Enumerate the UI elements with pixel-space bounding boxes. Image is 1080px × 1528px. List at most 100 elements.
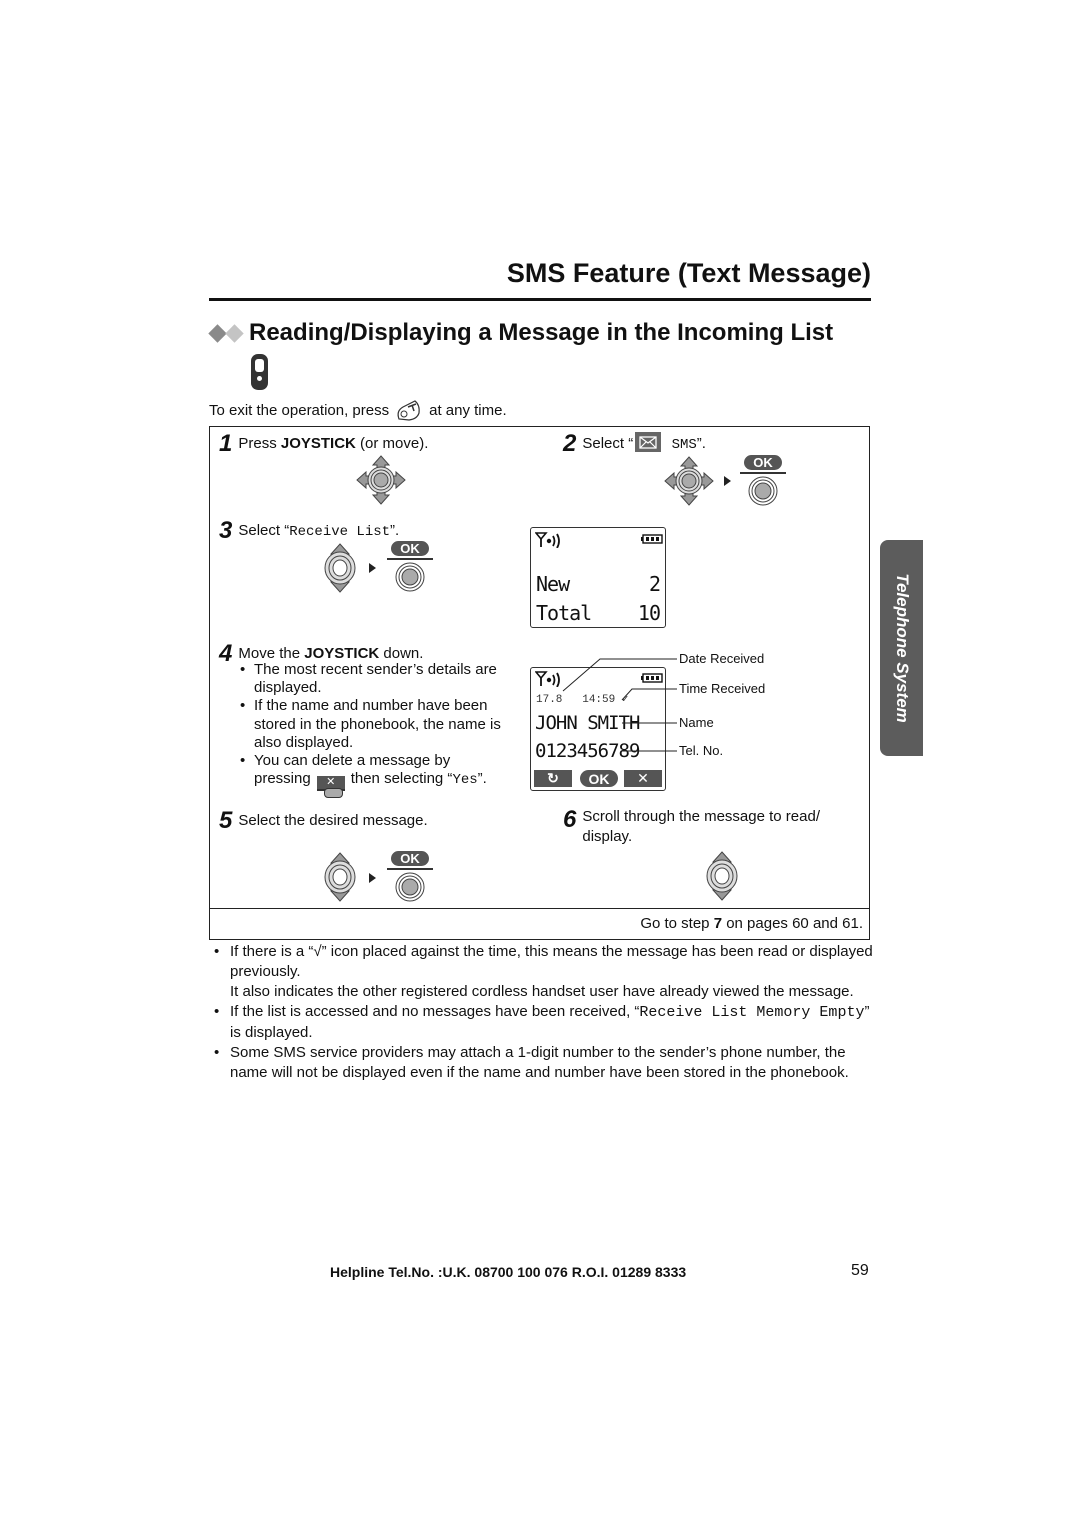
note-item: Some SMS service providers may attach a … [213,1043,873,1083]
section-title: Reading/Displaying a Message in the Inco… [249,319,834,346]
note-text: If the list is accessed and no messages … [230,1003,640,1020]
step-number: 1 [219,430,233,457]
note-text: If there is a “ [230,943,314,960]
note-item: If the list is accessed and no messages … [213,1002,873,1043]
bullet-text: If the name and number have been stored … [254,697,501,751]
callout-tel-no: Tel. No. [679,743,724,758]
then-arrow-icon [369,563,376,573]
goto-step-number: 7 [713,915,723,932]
goto-text: on pages 60 and 61. [722,915,863,932]
ok-key: OK [387,541,433,592]
lcd-date: 17.8 [536,694,563,706]
step-1: 1 Press JOYSTICK (or move). [219,430,428,458]
goto-text: Go to step [640,915,714,932]
step-2: 2 Select “ SMS”. [563,430,706,458]
exit-instruction: To exit the operation, press at any time… [209,399,507,421]
note-text: ” icon placed against the time, this mea… [230,943,873,980]
step-4-bullets: • The most recent sender’s details are di… [240,661,525,799]
step-number: 6 [563,806,577,833]
lcd-label: New [536,572,570,596]
step-text: ”. [390,522,400,539]
joystick-4way-icon [664,456,714,506]
delete-key-icon: ✕ [314,771,348,799]
then-arrow-icon [369,873,376,883]
section-tab: Telephone System [880,540,923,756]
step-text: Select the desired message. [238,812,428,829]
envelope-icon [635,432,662,452]
callout-name: Name [679,715,714,730]
note-text: It also indicates the other registered c… [230,983,854,1000]
softkey-back: ↻ [534,770,572,787]
lcd-value: 10 [637,601,661,625]
lcd-row-total: Total 10 [536,601,661,625]
helpline-footer: Helpline Tel.No. :U.K. 08700 100 076 R.O… [330,1264,687,1280]
lcd-row-new: New 2 [536,572,661,596]
callout-lines [562,658,677,752]
menu-item-sms: SMS [671,437,697,453]
joystick-updown-icon [323,543,357,593]
ok-key: OK [740,455,786,506]
section-heading: Reading/Displaying a Message in the Inco… [208,319,834,347]
ok-label: OK [391,541,429,556]
step-text: Select “ [238,522,290,539]
check-icon: √ [313,943,322,960]
joystick-updown-icon [323,852,357,902]
notes-list: If there is a “√” icon placed against th… [213,942,873,1083]
step-number: 5 [219,807,233,834]
step-text: Press [238,435,281,452]
bullet-text: then selecting “ [350,770,453,788]
frame-divider [209,908,870,909]
step-number: 2 [563,430,577,457]
joystick-press-icon [395,562,425,592]
display-message: Receive List Memory Empty [639,1004,865,1021]
bullet-item: • You can delete a message by pressing ✕ th… [240,752,525,799]
step-text: Scroll through the message to read/ disp… [582,808,820,845]
step-text: ”. [696,435,706,452]
joystick-press-icon [395,872,425,902]
ok-label: OK [391,851,429,866]
bullet-text: pressing [254,770,311,788]
page-title: SMS Feature (Text Message) [506,258,871,288]
step-3: 3 Select “Receive List”. [219,517,399,545]
softkey-delete: ✕ [624,770,662,787]
title-rule [209,298,871,301]
callout-date-received: Date Received [679,651,765,666]
joystick-press-icon [748,476,778,506]
then-arrow-icon [724,476,731,486]
exit-text-before: To exit the operation, press [209,401,390,419]
lcd-summary-screen: New 2 Total 10 [530,527,666,628]
off-key-icon [397,400,420,421]
lcd-label: Total [536,601,592,625]
step-number: 3 [219,517,233,544]
bullet-text: ”. [477,770,487,788]
step-text: Move the [238,645,305,662]
ok-key: OK [387,851,433,902]
lcd-value: 2 [648,572,661,596]
callout-time-received: Time Received [679,681,766,696]
joystick-4way-icon [356,455,406,505]
note-text: Some SMS service providers may attach a … [230,1044,849,1081]
bullet-item: • If the name and number have been stored… [240,697,501,751]
step-bold: JOYSTICK [280,435,356,452]
signal-icon [535,532,565,548]
softkey-ok: OK [580,770,618,787]
battery-icon [641,534,663,544]
diamond-bullet-icon [208,323,245,343]
step-bold: JOYSTICK [304,645,380,662]
ok-label: OK [744,455,782,470]
bullet-text: You can delete a message by [254,752,451,770]
page-number: 59 [851,1262,869,1279]
goto-step-note: Go to step 7 on pages 60 and 61. [640,915,863,932]
note-item: If there is a “√” icon placed against th… [213,942,873,1002]
handset-icon [251,354,268,390]
exit-text-after: at any time. [429,401,507,419]
bullet-item: • The most recent sender’s details are di… [240,661,497,697]
step-6: 6 Scroll through the message to read/ dis… [563,807,863,847]
menu-item-receive-list: Receive List [289,524,391,540]
step-text: (or move). [355,435,429,452]
step-number: 4 [219,640,233,667]
bullet-text: The most recent sender’s details are dis… [254,661,497,697]
step-text: Select “ [582,435,634,452]
step-5: 5 Select the desired message. [219,807,428,835]
step-text: down. [379,645,424,662]
